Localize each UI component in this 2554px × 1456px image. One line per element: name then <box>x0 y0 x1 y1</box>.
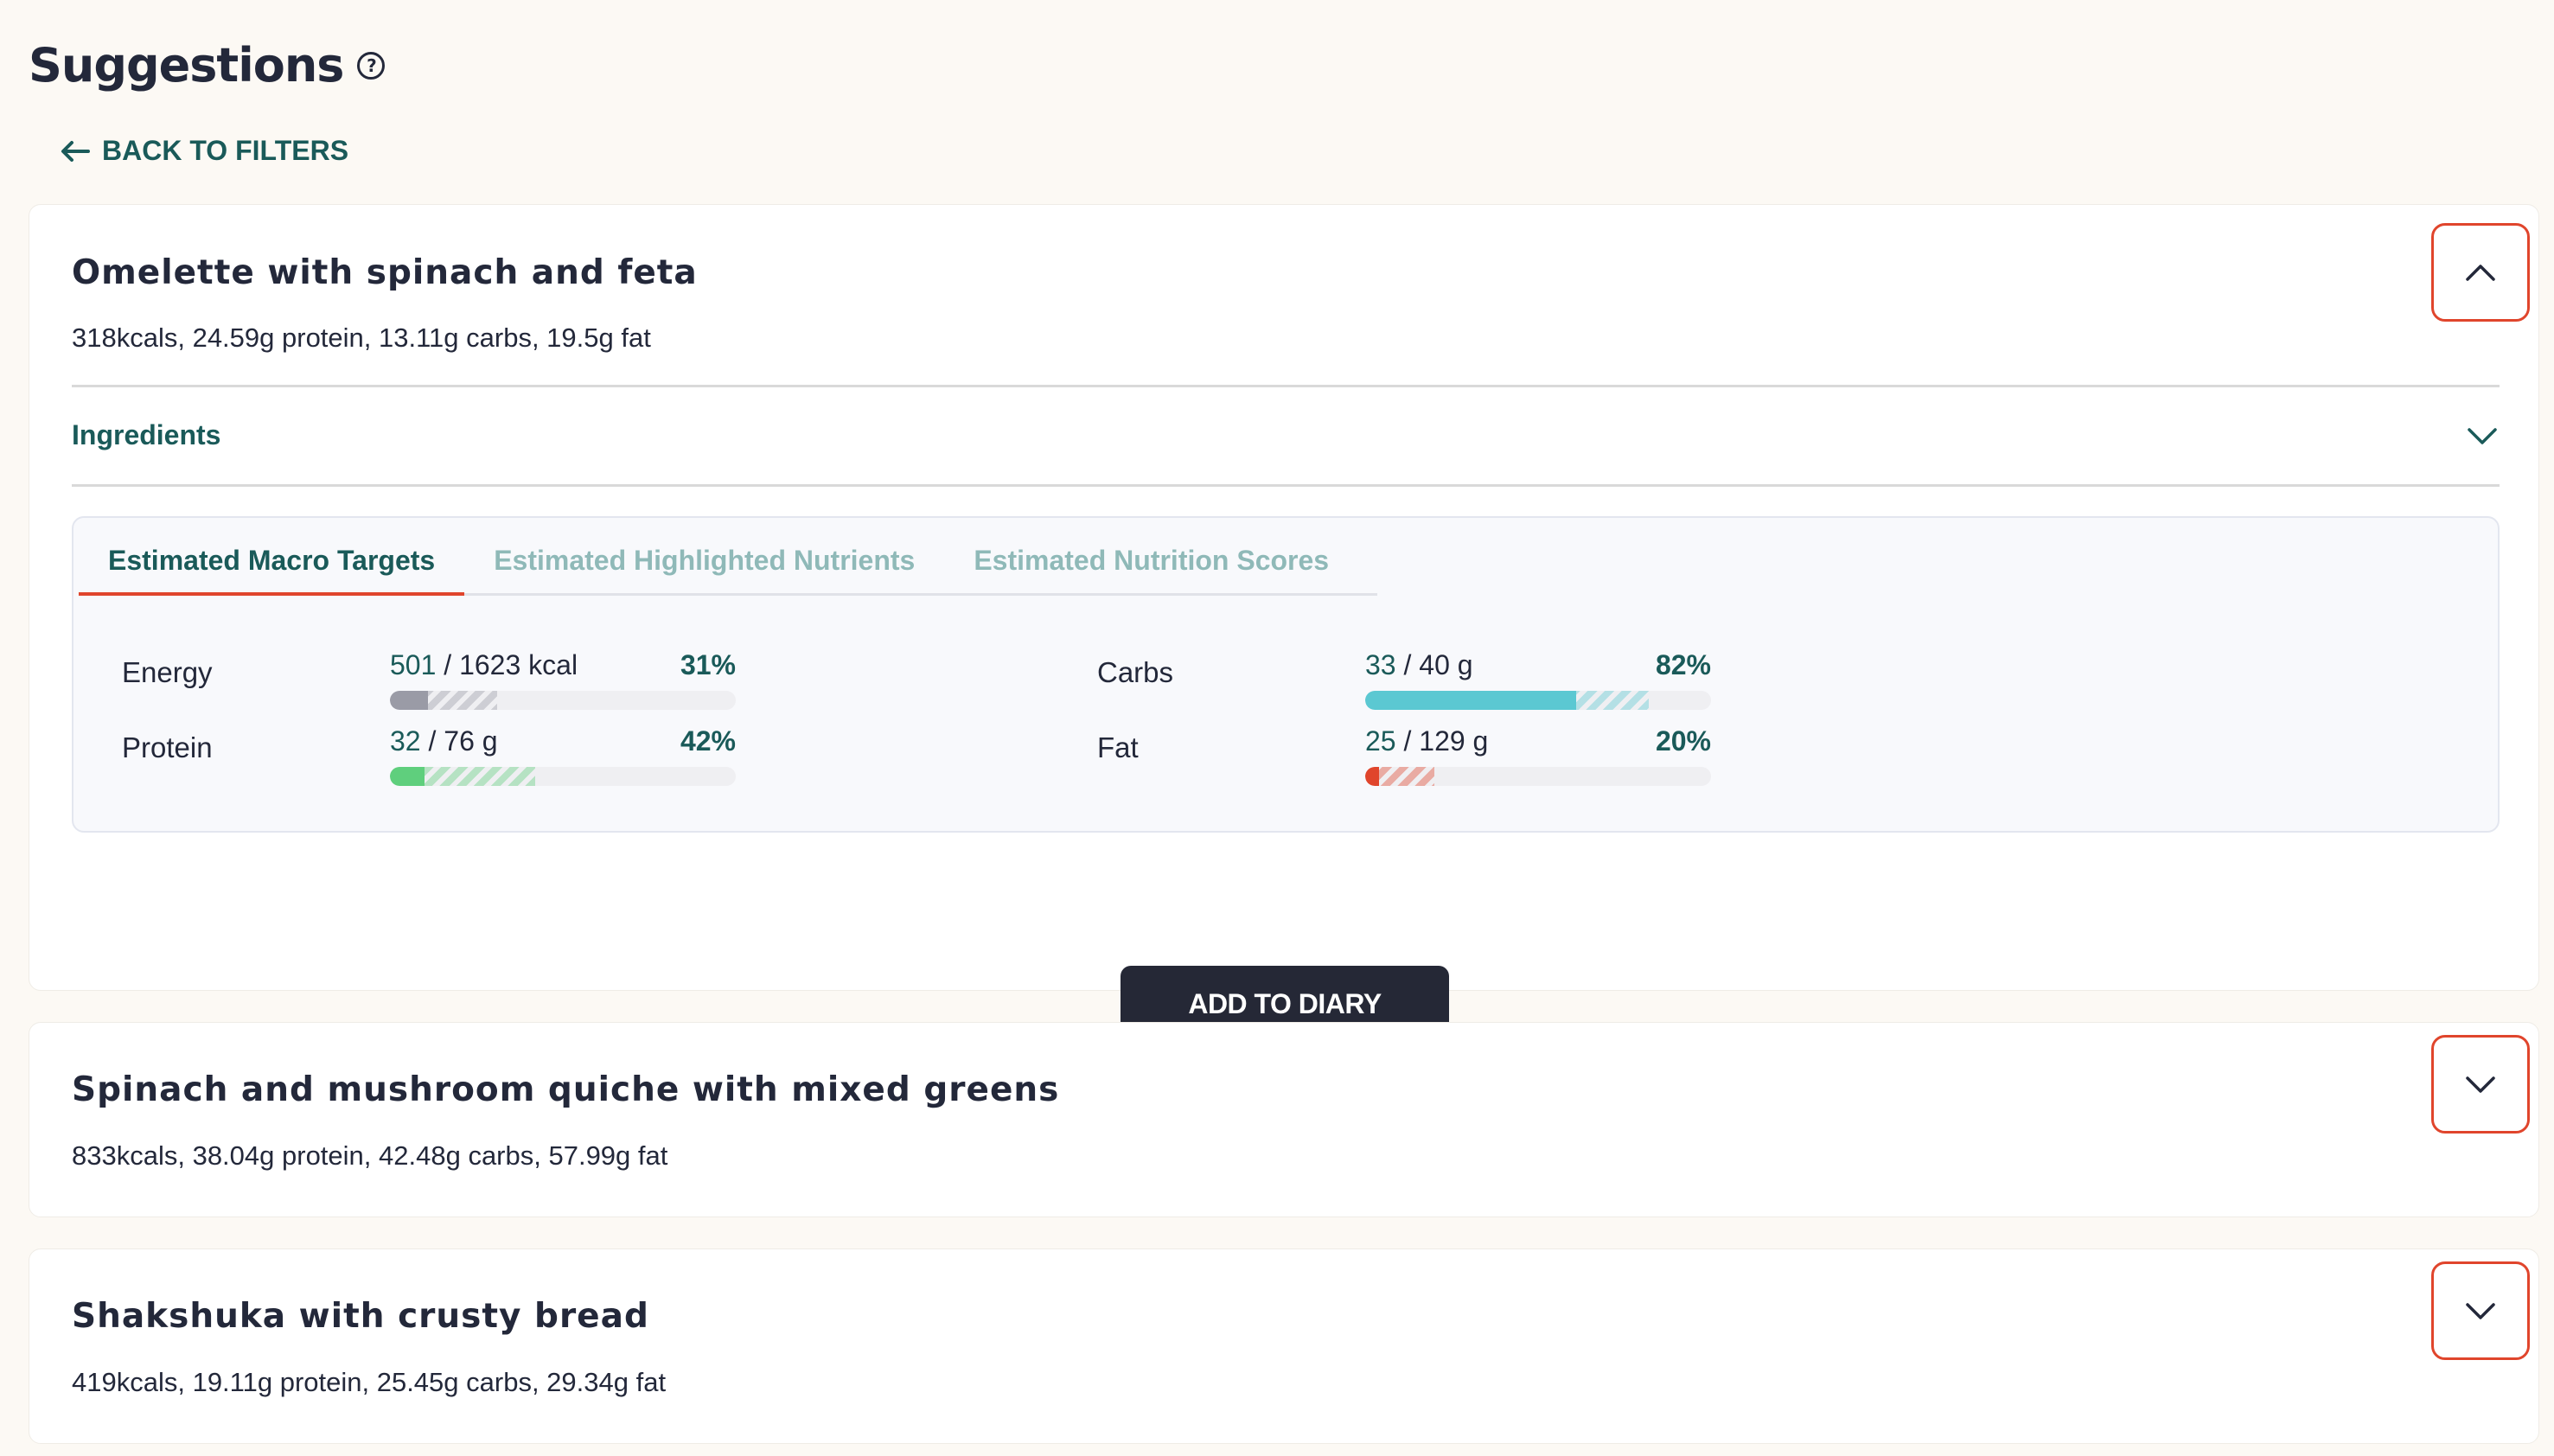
collapse-card-button[interactable] <box>2431 223 2530 322</box>
metric-current: 25 <box>1365 725 1396 757</box>
progress-fill <box>1365 767 1379 786</box>
metric-target: / 129 g <box>1395 725 1489 757</box>
tab-nutrition-scores[interactable]: Estimated Nutrition Scores <box>944 535 1358 596</box>
arrow-left-icon <box>61 140 90 162</box>
expand-card-button[interactable] <box>2431 1261 2530 1360</box>
metric-value-protein: 32 / 76 g <box>390 725 498 757</box>
metric-value-carbs: 33 / 40 g <box>1365 649 1473 681</box>
metric-label-protein: Protein <box>122 731 213 763</box>
page-title-text: Suggestions <box>29 38 344 93</box>
divider <box>72 484 2500 487</box>
suggestion-card: Shakshuka with crusty bread 419kcals, 19… <box>29 1248 2539 1444</box>
progress-fill <box>1365 691 1576 710</box>
card-summary: 419kcals, 19.11g protein, 25.45g carbs, … <box>72 1367 667 1397</box>
metric-percent-carbs: 82% <box>1655 649 1711 680</box>
card-title: Shakshuka with crusty bread <box>72 1297 649 1336</box>
card-summary: 318kcals, 24.59g protein, 13.11g carbs, … <box>72 322 651 353</box>
help-icon[interactable]: ? <box>357 51 386 80</box>
metric-target: / 76 g <box>420 725 498 757</box>
metric-percent-fat: 20% <box>1655 725 1711 757</box>
metric-current: 32 <box>390 725 421 757</box>
suggestion-card: Omelette with spinach and feta 318kcals,… <box>29 204 2539 1042</box>
progress-fill <box>390 767 425 786</box>
ingredients-toggle[interactable]: Ingredients <box>72 404 2500 467</box>
nutrient-tabs: Estimated Macro Targets Estimated Highli… <box>79 535 1377 596</box>
ingredients-label: Ingredients <box>72 419 221 450</box>
back-to-filters-link[interactable]: BACK TO FILTERS <box>61 135 348 167</box>
metric-value-energy: 501 / 1623 kcal <box>390 649 578 681</box>
chevron-up-icon <box>2466 265 2495 281</box>
progress-fill <box>390 691 428 710</box>
metric-target: / 1623 kcal <box>436 649 578 680</box>
chevron-down-icon <box>2468 427 2497 444</box>
back-to-filters-label: BACK TO FILTERS <box>102 135 349 166</box>
metric-current: 501 <box>390 649 437 680</box>
metric-label-energy: Energy <box>122 656 213 688</box>
metric-label-carbs: Carbs <box>1097 656 1174 688</box>
progress-bar-protein <box>390 767 736 786</box>
metric-percent-protein: 42% <box>680 725 736 757</box>
expand-card-button[interactable] <box>2431 1035 2530 1134</box>
card-title: Spinach and mushroom quiche with mixed g… <box>72 1070 1060 1109</box>
chevron-down-icon <box>2466 1303 2495 1319</box>
nutrient-panel: Estimated Macro Targets Estimated Highli… <box>72 516 2500 833</box>
divider <box>72 385 2500 387</box>
tab-highlighted-nutrients[interactable]: Estimated Highlighted Nutrients <box>464 535 944 596</box>
card-summary: 833kcals, 38.04g protein, 42.48g carbs, … <box>72 1140 668 1171</box>
progress-bar-energy <box>390 691 736 710</box>
metric-percent-energy: 31% <box>680 649 736 680</box>
metric-target: / 40 g <box>1395 649 1473 680</box>
suggestion-card: Spinach and mushroom quiche with mixed g… <box>29 1022 2539 1217</box>
metric-current: 33 <box>1365 649 1396 680</box>
chevron-down-icon <box>2466 1076 2495 1093</box>
metric-value-fat: 25 / 129 g <box>1365 725 1488 757</box>
progress-bar-fat <box>1365 767 1711 786</box>
tab-macro-targets[interactable]: Estimated Macro Targets <box>79 535 465 596</box>
page-title: Suggestions ? <box>29 38 386 93</box>
metric-label-fat: Fat <box>1097 731 1139 763</box>
progress-bar-carbs <box>1365 691 1711 710</box>
card-title: Omelette with spinach and feta <box>72 253 698 292</box>
